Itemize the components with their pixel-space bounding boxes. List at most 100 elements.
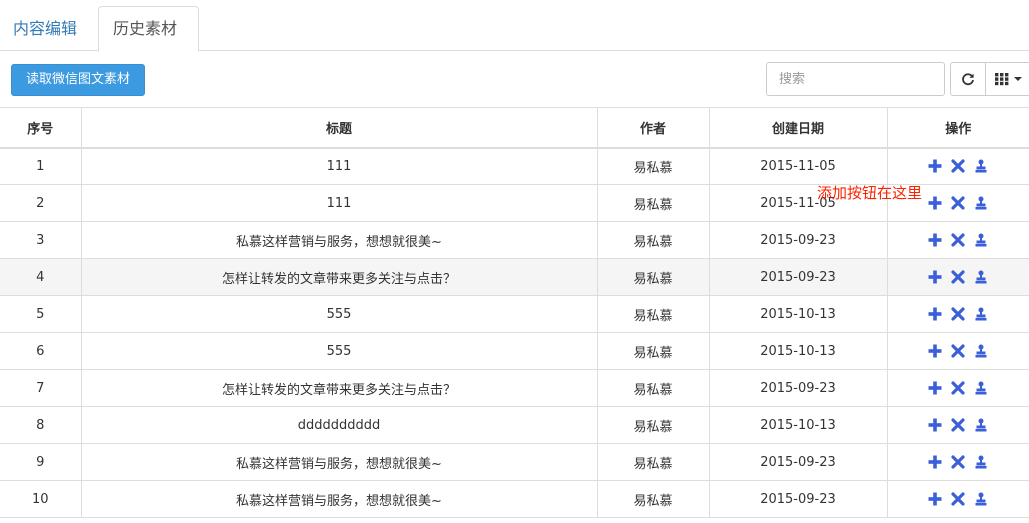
close-icon[interactable] [951,454,966,470]
cell-title: 555 [81,332,598,370]
plus-icon-glyph [928,233,942,246]
plus-icon-glyph [928,455,942,468]
cell-index: 4 [0,258,82,296]
cell-author: 易私慕 [597,369,710,407]
table-row[interactable]: 1 111 易私慕 2015-11-05 [0,147,1029,185]
cell-actions [887,480,1029,518]
plus-icon[interactable] [928,233,943,248]
cell-index: 3 [0,221,82,259]
cell-index: 8 [0,406,82,444]
plus-icon[interactable] [928,418,943,433]
table-row[interactable]: 10 私慕这样营销与服务，想想就很美~ 易私慕 2015-09-23 [0,480,1029,518]
row-actions [928,158,989,174]
row-actions [928,380,989,396]
row-actions [928,491,989,507]
stamp-icon[interactable] [974,307,989,322]
table-row[interactable]: 8 dddddddddd 易私慕 2015-10-13 [0,406,1029,444]
close-icon[interactable] [951,269,966,285]
close-icon-glyph [951,269,965,284]
search-input[interactable] [766,62,945,96]
close-icon-glyph [951,159,965,173]
stamp-icon[interactable] [974,196,989,211]
cell-author: 易私慕 [597,221,710,259]
stamp-icon[interactable] [974,381,989,396]
cell-actions [887,295,1029,333]
plus-icon[interactable] [928,344,943,359]
cell-actions [887,221,1029,259]
stamp-icon[interactable] [974,344,989,359]
close-icon-glyph [951,306,965,321]
plus-icon-glyph [928,344,942,357]
tab-content-edit[interactable]: 内容编辑 [0,6,92,51]
cell-index: 5 [0,295,82,333]
cell-created-date: 2015-09-23 [709,258,888,296]
grid-icon [994,73,1008,86]
cell-author: 易私慕 [597,184,710,222]
row-actions [928,454,989,470]
table-row[interactable]: 5 555 易私慕 2015-10-13 [0,295,1029,333]
row-actions [928,417,989,433]
close-icon[interactable] [951,306,966,322]
cell-actions [887,258,1029,296]
cell-title: 555 [81,295,598,333]
annotation-note: 添加按钮在这里 [817,184,923,202]
table-row[interactable]: 6 555 易私慕 2015-10-13 [0,332,1029,370]
read-wechat-material-button[interactable]: 读取微信图文素材 [11,64,145,96]
header-author[interactable]: 作者 [597,107,710,149]
caret-down-icon [1013,77,1022,81]
tab-history-material[interactable]: 历史素材 [98,6,199,52]
cell-title: 111 [81,184,598,222]
stamp-icon-glyph [975,159,987,173]
header-title[interactable]: 标题 [81,107,598,149]
table-row[interactable]: 7 怎样让转发的文章带来更多关注与点击？ 易私慕 2015-09-23 [0,369,1029,407]
table-row[interactable]: 3 私慕这样营销与服务，想想就很美~ 易私慕 2015-09-23 [0,221,1029,259]
row-actions [928,232,989,248]
stamp-icon[interactable] [974,455,989,470]
stamp-icon[interactable] [974,492,989,507]
close-icon[interactable] [951,232,966,248]
plus-icon-glyph [928,381,942,394]
header-index[interactable]: 序号 [0,107,82,149]
close-icon[interactable] [951,343,966,359]
plus-icon[interactable] [928,196,943,211]
cell-index: 9 [0,443,82,481]
plus-icon[interactable] [928,307,943,322]
close-icon[interactable] [951,195,966,211]
stamp-icon[interactable] [974,233,989,248]
tab-bar: 内容编辑 历史素材 [0,0,1029,52]
row-actions [928,306,989,322]
plus-icon[interactable] [928,492,943,507]
plus-icon-glyph [928,492,942,505]
plus-icon[interactable] [928,455,943,470]
cell-created-date: 2015-09-23 [709,443,888,481]
close-icon[interactable] [951,417,966,433]
cell-index: 6 [0,332,82,370]
cell-title: 私慕这样营销与服务，想想就很美~ [81,480,598,518]
cell-title: 私慕这样营销与服务，想想就很美~ [81,221,598,259]
plus-icon[interactable] [928,381,943,396]
stamp-icon-glyph [975,307,987,320]
header-actions: 操作 [887,107,1029,149]
stamp-icon[interactable] [974,159,989,174]
close-icon-glyph [951,417,965,432]
cell-index: 7 [0,369,82,407]
stamp-icon[interactable] [974,270,989,285]
close-icon[interactable] [951,380,966,396]
close-icon-glyph [951,380,965,395]
header-created-date[interactable]: 创建日期 [709,107,888,149]
close-icon[interactable] [951,159,966,174]
close-icon[interactable] [951,491,966,507]
table-row[interactable]: 9 私慕这样营销与服务，想想就很美~ 易私慕 2015-09-23 [0,443,1029,481]
table-row[interactable]: 4 怎样让转发的文章带来更多关注与点击？ 易私慕 2015-09-23 [0,258,1029,296]
stamp-icon[interactable] [974,418,989,433]
close-icon-glyph [951,454,965,469]
stamp-icon-glyph [975,196,987,209]
close-icon-glyph [951,195,965,210]
refresh-button[interactable] [950,62,986,96]
cell-title: 怎样让转发的文章带来更多关注与点击？ [81,258,598,296]
plus-icon[interactable] [928,270,943,285]
stamp-icon-glyph [975,344,987,357]
stamp-icon-glyph [975,381,987,394]
plus-icon[interactable] [928,159,943,174]
columns-toggle-button[interactable] [986,62,1029,96]
